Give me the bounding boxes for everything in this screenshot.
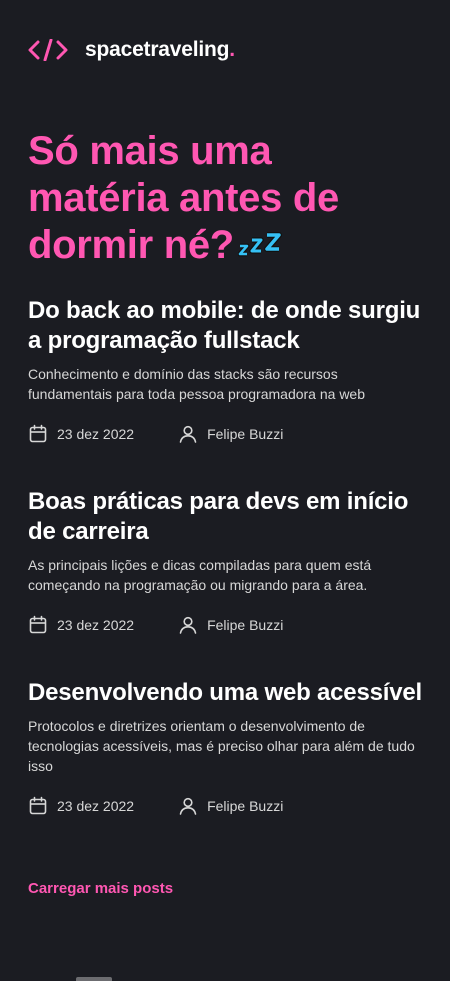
post-subtitle: Conhecimento e domínio das stacks são re… xyxy=(28,365,365,402)
post-date: 23 dez 2022 xyxy=(28,796,134,816)
calendar-icon xyxy=(29,615,47,634)
hero-title-text: Só mais uma matéria antes de dormir né? xyxy=(28,129,339,267)
hero-title: Só mais uma matéria antes de dormir né? xyxy=(28,128,422,269)
post-date: 23 dez 2022 xyxy=(28,615,134,635)
post-title[interactable]: Desenvolvendo uma web acessível xyxy=(28,678,422,708)
post-item[interactable]: Desenvolvendo uma web acessível Protocol… xyxy=(28,678,422,816)
post-title[interactable]: Boas práticas para devs em início de car… xyxy=(28,487,422,547)
post-author: Felipe Buzzi xyxy=(178,796,283,816)
load-more-button[interactable]: Carregar mais posts xyxy=(28,880,173,897)
logo-text[interactable]: spacetraveling xyxy=(85,38,229,62)
post-date-text: 23 dez 2022 xyxy=(57,797,135,814)
header: spacetraveling. xyxy=(28,0,422,100)
post-item[interactable]: Do back ao mobile: de onde surgiu a prog… xyxy=(28,296,422,444)
post-date: 23 dez 2022 xyxy=(28,424,134,444)
zzz-sleep-icon xyxy=(237,232,282,257)
post-date-text: 23 dez 2022 xyxy=(57,616,135,633)
post-meta: 23 dez 2022 Felipe Buzzi xyxy=(28,424,422,444)
code-brackets-icon[interactable] xyxy=(28,39,68,61)
scroll-indicator xyxy=(76,977,112,981)
post-date-text: 23 dez 2022 xyxy=(57,425,135,442)
post-meta: 23 dez 2022 Felipe Buzzi xyxy=(28,615,422,635)
post-author-text: Felipe Buzzi xyxy=(207,616,284,633)
posts-list: Do back ao mobile: de onde surgiu a prog… xyxy=(28,296,422,816)
post-author: Felipe Buzzi xyxy=(178,615,283,635)
post-title[interactable]: Do back ao mobile: de onde surgiu a prog… xyxy=(28,296,422,356)
user-icon xyxy=(179,425,197,443)
post-author: Felipe Buzzi xyxy=(178,424,283,444)
post-subtitle: Protocolos e diretrizes orientam o desen… xyxy=(28,717,415,774)
logo-dot: . xyxy=(229,38,236,61)
post-meta: 23 dez 2022 Felipe Buzzi xyxy=(28,796,422,816)
page: spacetraveling. Só mais uma matéria ante… xyxy=(0,0,450,898)
post-subtitle: As principais lições e dicas compiladas … xyxy=(28,556,372,593)
post-author-text: Felipe Buzzi xyxy=(207,425,284,442)
post-item[interactable]: Boas práticas para devs em início de car… xyxy=(28,487,422,635)
user-icon xyxy=(179,797,197,815)
user-icon xyxy=(179,616,197,634)
calendar-icon xyxy=(29,424,47,443)
post-author-text: Felipe Buzzi xyxy=(207,797,284,814)
calendar-icon xyxy=(29,796,47,815)
